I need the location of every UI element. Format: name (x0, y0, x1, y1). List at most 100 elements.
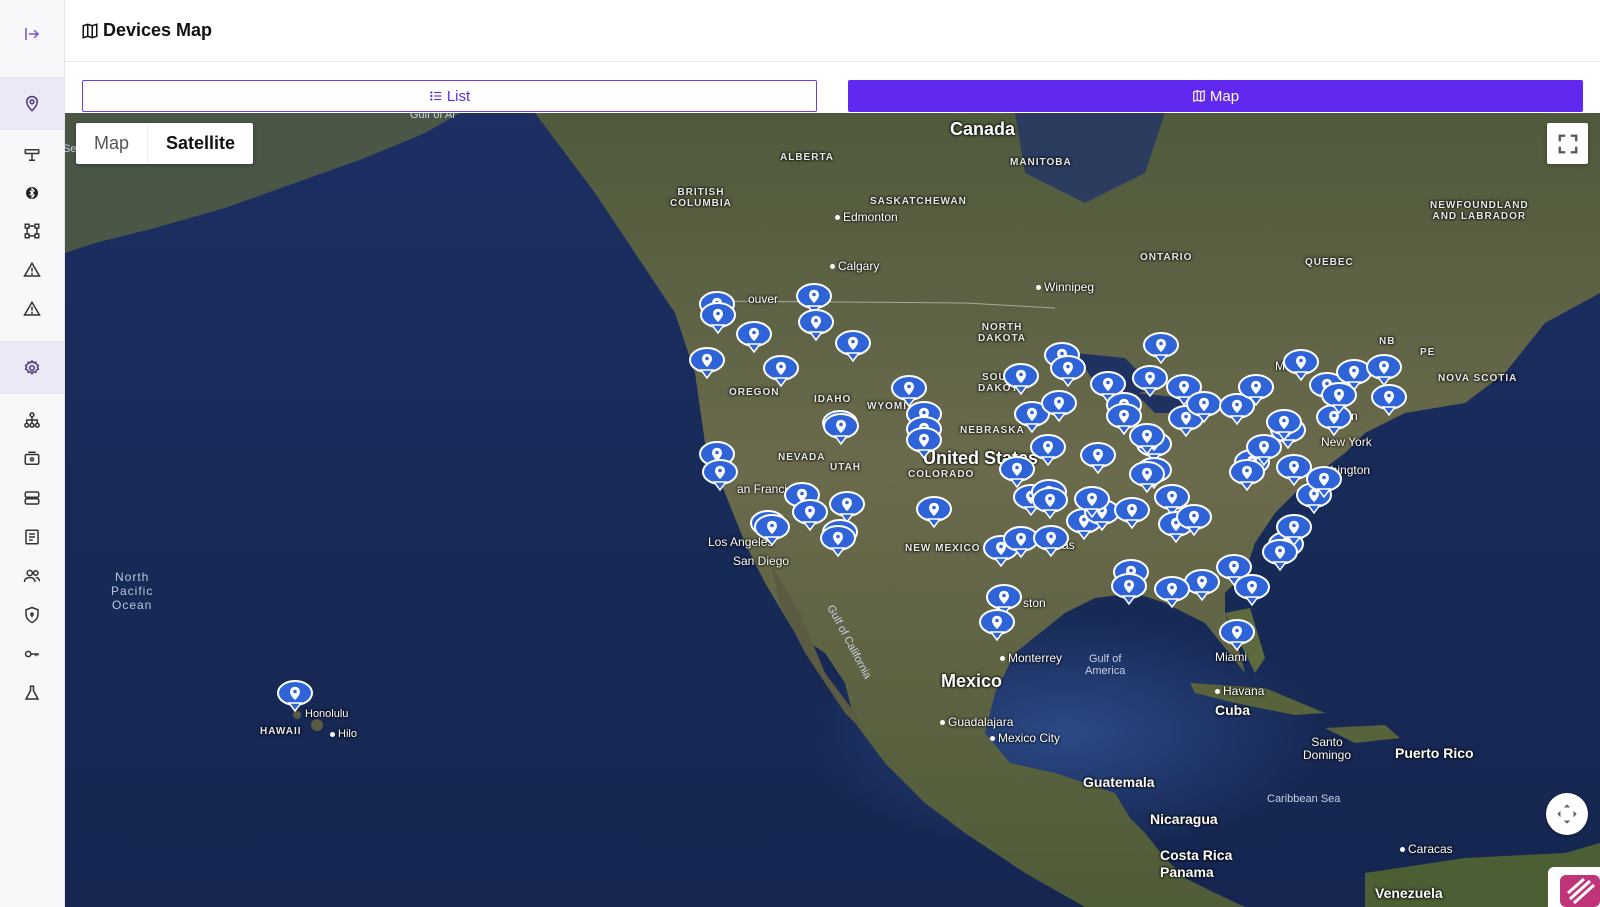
device-marker[interactable] (1002, 362, 1040, 396)
device-marker[interactable] (1265, 408, 1303, 442)
list-view-label: List (446, 87, 471, 105)
map-label-costa-rica: Costa Rica (1160, 847, 1233, 863)
server-icon (24, 491, 40, 505)
device-marker[interactable] (701, 458, 739, 492)
device-marker-icon (835, 330, 871, 363)
list-view-button[interactable]: List (82, 80, 817, 112)
sidebar-item-security[interactable] (0, 603, 64, 627)
device-marker[interactable] (699, 301, 737, 335)
map-label-houston: ston (1023, 596, 1046, 610)
map-type-satellite-button[interactable]: Satellite (148, 123, 253, 164)
device-marker[interactable] (762, 354, 800, 388)
device-marker[interactable] (1305, 465, 1343, 499)
device-marker-icon (1041, 390, 1077, 423)
device-marker[interactable] (905, 426, 943, 460)
sidebar-collapse-button[interactable] (0, 14, 64, 54)
hierarchy-icon (24, 412, 40, 428)
map-view-button[interactable]: Map (848, 80, 1583, 112)
map-label-guadalajara: Guadalajara (940, 715, 1013, 729)
sidebar-item-keys[interactable] (0, 642, 64, 666)
sidebar-item-alerts[interactable] (0, 258, 64, 282)
sidebar-item-reports[interactable] (0, 525, 64, 549)
sidebar-item-hierarchy[interactable] (0, 408, 64, 432)
device-marker[interactable] (1218, 618, 1256, 652)
fullscreen-button[interactable] (1547, 123, 1588, 164)
sidebar-item-users[interactable] (0, 564, 64, 588)
list-icon (429, 91, 442, 101)
device-marker[interactable] (1237, 373, 1275, 407)
device-marker[interactable] (978, 608, 1016, 642)
device-marker-icon (1003, 363, 1039, 396)
device-marker[interactable] (819, 524, 857, 558)
device-marker[interactable] (834, 329, 872, 363)
device-marker[interactable] (1153, 575, 1191, 609)
sidebar-item-topology[interactable] (0, 219, 64, 243)
map-label-colorado: COLORADO (908, 469, 975, 480)
device-marker[interactable] (1370, 383, 1408, 417)
map-label-north-dakota: NORTH DAKOTA (978, 322, 1027, 344)
device-marker[interactable] (1040, 389, 1078, 423)
sidebar-item-servers[interactable] (0, 486, 64, 510)
device-marker[interactable] (1049, 354, 1087, 388)
camera-control-button[interactable] (1546, 793, 1588, 835)
sliders-icon (24, 149, 40, 161)
sidebar-item-devices[interactable] (0, 447, 64, 471)
device-marker[interactable] (735, 320, 773, 354)
sidebar-item-settings[interactable] (0, 342, 64, 394)
sidebar (0, 0, 65, 907)
device-marker[interactable] (1029, 433, 1067, 467)
device-marker[interactable] (1233, 573, 1271, 607)
device-marker[interactable] (797, 308, 835, 342)
sidebar-item-devices-map[interactable] (0, 78, 64, 130)
device-marker[interactable] (688, 346, 726, 380)
map-label-mexico-city: Mexico City (990, 731, 1060, 745)
sidebar-item-bluetooth[interactable] (0, 181, 64, 205)
sidebar-item-controls[interactable] (0, 143, 64, 167)
device-marker-icon (1129, 461, 1165, 494)
device-marker[interactable] (1175, 503, 1213, 537)
device-marker[interactable] (276, 679, 314, 713)
device-marker[interactable] (753, 513, 791, 547)
map-label-nevada: NEVADA (778, 452, 826, 463)
expand-right-icon (25, 28, 40, 40)
map-icon (1193, 89, 1205, 103)
device-marker[interactable] (1320, 381, 1358, 415)
device-marker[interactable] (822, 412, 860, 446)
device-marker[interactable] (915, 495, 953, 529)
device-marker-icon (700, 302, 736, 335)
device-marker-icon (906, 427, 942, 460)
device-marker[interactable] (1128, 422, 1166, 456)
map-label-manitoba: MANITOBA (1010, 157, 1072, 168)
device-marker[interactable] (1073, 485, 1111, 519)
map-label-idaho: IDAHO (814, 394, 852, 405)
device-marker-icon (1143, 332, 1179, 365)
device-marker-icon (763, 355, 799, 388)
map-label-mexico: Mexico (941, 671, 1003, 691)
device-marker[interactable] (1031, 486, 1069, 520)
map-type-map-button[interactable]: Map (76, 123, 149, 164)
device-marker[interactable] (1113, 496, 1151, 530)
bluetooth-icon (26, 187, 38, 199)
map-label-winnipeg: Winnipeg (1036, 280, 1094, 294)
map-label-monterrey: Monterrey (1000, 651, 1062, 665)
device-marker[interactable] (1365, 353, 1403, 387)
device-marker-icon (1030, 434, 1066, 467)
map-label-hawaii: HAWAII (260, 726, 302, 737)
warning-icon (23, 261, 41, 277)
map-label-new-york: New York (1321, 435, 1372, 449)
device-marker[interactable] (1128, 460, 1166, 494)
devices-map[interactable]: Gulf of Al Se Canada ALBERTA BRITISH COL… (65, 113, 1600, 907)
device-marker[interactable] (1142, 331, 1180, 365)
sidebar-item-alarms[interactable] (0, 297, 64, 321)
device-marker-icon (1234, 574, 1270, 607)
map-label-quebec: QUEBEC (1305, 257, 1354, 268)
sidebar-item-lab[interactable] (0, 681, 64, 705)
device-marker-icon (689, 347, 725, 380)
device-marker[interactable] (1079, 441, 1117, 475)
device-marker[interactable] (1261, 538, 1299, 572)
device-marker[interactable] (1110, 572, 1148, 606)
device-marker[interactable] (1131, 364, 1169, 398)
map-label-calgary: Calgary (830, 259, 879, 273)
shield-icon (25, 606, 39, 624)
device-marker-icon (1129, 423, 1165, 456)
